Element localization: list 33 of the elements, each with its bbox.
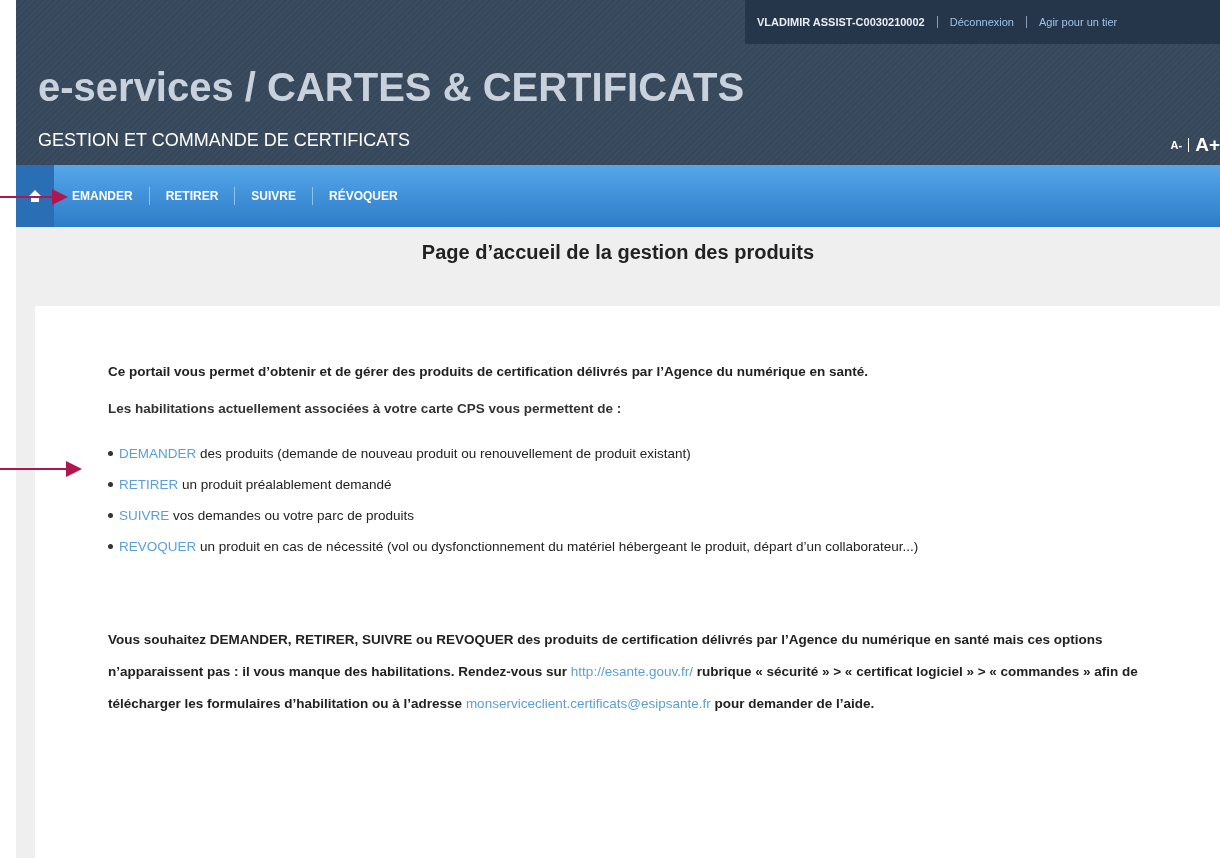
arrow-icon [0, 189, 68, 205]
list-item-text: SUIVRE vos demandes ou votre parc de produits [119, 507, 414, 525]
list-item-text: RETIRER un produit préalablement demandé [119, 476, 392, 494]
home-button[interactable] [16, 165, 54, 227]
bullet-icon [108, 482, 113, 487]
bullet-icon [108, 513, 113, 518]
nav-item[interactable]: SUIVRE [235, 187, 314, 205]
list-item-text: REVOQUER un produit en cas de nécessité (vol ou dysfonctionnement du matériel hébergeant le produit, départ d’un collaborateur...) [119, 538, 919, 556]
header-link[interactable]: Déconnexion [936, 16, 1014, 28]
font-size-button[interactable]: A- [1170, 139, 1183, 151]
bullet-icon [108, 451, 113, 456]
site-title: e-services / CARTES & CERTIFICATS [38, 64, 746, 110]
help-paragraph: Vous souhaitez DEMANDER, RETIRER, SUIVRE ou REVOQUER des produits de certification délivrés par l’Agence du numérique en santé mais ces options n’apparaissent pas : il vous manque des habilitations. Rendez-vous sur http://esante.gouv.fr/ rubrique « sécurité » > « certificat logiciel » > « commandes » afin de télécharger les formulaires d’habilitation ou à l’adresse monserviceclient.certificats@esipsante.fr pour demander de l’aide. [108, 631, 1139, 713]
home-icon [29, 190, 41, 202]
header-link[interactable]: Agir pour un tier [1025, 16, 1118, 28]
action-link[interactable]: RETIRER [119, 477, 179, 492]
site-subtitle: GESTION ET COMMANDE DE CERTIFICATS [38, 129, 412, 151]
action-link[interactable]: REVOQUER [119, 539, 197, 554]
page-title: Page d’accueil de la gestion des produits [421, 241, 815, 263]
nav-item[interactable]: RETIRER [149, 187, 236, 205]
nav-item[interactable]: RÉVOQUER [313, 187, 414, 205]
bullet-icon [108, 544, 113, 549]
help-link[interactable]: http://esante.gouv.fr/ [570, 664, 693, 679]
list-item-text: DEMANDER des produits (demande de nouveau produit ou renouvellement de produit existant) [119, 445, 691, 463]
nav-item[interactable]: EMANDER [70, 187, 150, 205]
help-link[interactable]: monserviceclient.certificats@esipsante.fr [465, 696, 711, 711]
arrow-icon [0, 461, 82, 477]
font-size-button[interactable]: A+ [1195, 134, 1220, 156]
user-name: VLADIMIR ASSIST-C0030210002 [757, 16, 925, 28]
intro-text: Ce portail vous permet d’obtenir et de gérer des produits de certification délivrés par l’Agence du numérique en santé. [108, 364, 869, 379]
action-link[interactable]: DEMANDER [119, 446, 197, 461]
intro-text: Les habilitations actuellement associées à votre carte CPS vous permettent de : [108, 401, 623, 416]
action-link[interactable]: SUIVRE [119, 508, 170, 523]
